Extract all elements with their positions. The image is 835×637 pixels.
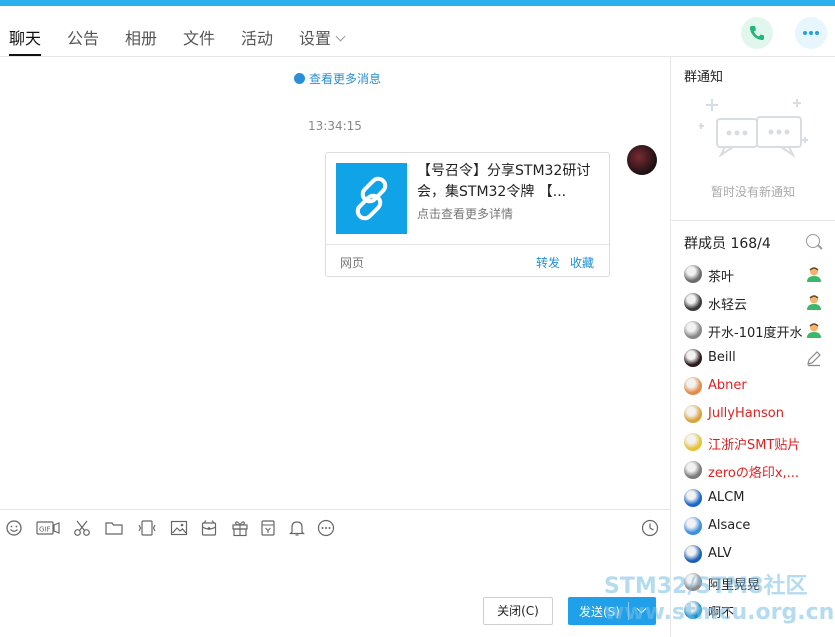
divider [671,220,835,221]
group-notice-title: 群通知 [684,70,724,85]
admin-icon [807,323,821,338]
folder-icon[interactable] [105,519,123,537]
more-options-button[interactable] [795,17,827,49]
message-input-area[interactable]: GIF 关闭(C) 发送(S) [0,509,670,637]
members-header: 群成员 168/4 [684,233,771,253]
member-row[interactable]: JullyHanson [671,400,835,428]
card-thumbnail [336,163,407,234]
favorite-link[interactable]: 收藏 [570,254,594,271]
tab-settings-label: 设置 [299,29,332,48]
member-row[interactable]: Beill [671,344,835,372]
tab-announcement[interactable]: 公告 [67,25,99,56]
tab-album[interactable]: 相册 [125,25,157,56]
notice-empty-text: 暂时没有新通知 [711,185,796,199]
svg-text:GIF: GIF [39,526,51,534]
member-name: 水轻云 [708,298,748,313]
member-name: 江浙沪SMT贴片 [708,438,801,453]
tab-chat[interactable]: 聊天 [9,25,42,56]
history-icon[interactable] [641,519,659,537]
member-name: zeroの烙印x,... [708,466,800,481]
gift-icon[interactable] [231,519,249,537]
member-name: Beill [708,350,736,365]
tab-bar: 聊天 公告 相册 文件 活动 设置 [0,6,835,57]
more-tools-icon[interactable] [317,519,335,537]
bell-icon[interactable] [288,519,306,537]
card-title: 【号召令】分享STM32研讨会，集STM32令牌 【... [417,163,591,200]
gif-icon[interactable]: GIF [36,519,60,537]
member-name: JullyHanson [708,406,784,421]
member-name: Alsace [708,518,751,533]
member-name: Abner [708,378,747,393]
red-packet-icon[interactable] [200,519,218,537]
shake-icon[interactable] [138,519,156,537]
admin-icon [807,267,821,282]
view-more-messages-label: 查看更多消息 [309,72,382,86]
avatar [684,265,702,283]
member-name: 茶叶 [708,270,735,285]
watermark: STM32/STM8社区 www.stmcu.org.cn [604,574,834,626]
avatar [684,349,702,367]
watermark-line-1: STM32/STM8社区 [604,574,808,599]
avatar [684,545,702,563]
view-more-messages-link[interactable]: 查看更多消息 [294,70,381,87]
member-search-icon[interactable] [806,234,820,248]
member-name: ALCM [708,490,745,505]
more-icon [803,31,819,35]
avatar [684,433,702,451]
tab-activity[interactable]: 活动 [241,25,273,56]
close-button[interactable]: 关闭(C) [483,597,553,625]
member-row[interactable]: 水轻云 [671,288,835,316]
member-row[interactable]: zeroの烙印x,... [671,456,835,484]
watermark-line-2: www.stmcu.org.cn [604,600,835,625]
notice-empty-illustration [699,99,808,158]
member-name: ALV [708,546,732,561]
avatar [684,405,702,423]
chat-history: 查看更多消息 13:34:15 【号召令】分享STM32研讨会，集STM32令牌… [0,57,670,509]
clock-icon [294,73,305,84]
avatar [684,461,702,479]
member-row[interactable]: 茶叶 [671,260,835,288]
avatar [684,293,702,311]
members-count: 168/4 [730,236,771,252]
emoji-icon[interactable] [5,519,23,537]
avatar [684,377,702,395]
card-type-label: 网页 [340,256,365,270]
scissors-icon[interactable] [73,519,91,537]
message-timestamp: 13:34:15 [308,119,362,133]
member-row[interactable]: ALV [671,540,835,568]
member-row[interactable]: ALCM [671,484,835,512]
image-icon[interactable] [170,519,188,537]
schedule-icon[interactable] [259,519,277,537]
members-title: 群成员 [684,236,726,252]
tab-files[interactable]: 文件 [183,25,215,56]
member-row[interactable]: Alsace [671,512,835,540]
link-icon [355,176,388,221]
shared-link-card[interactable]: 【号召令】分享STM32研讨会，集STM32令牌 【... 点击查看更多详情 网… [325,152,610,277]
avatar [684,517,702,535]
chevron-down-icon [335,31,346,42]
avatar [684,489,702,507]
card-footer: 网页 转发 收藏 [326,244,609,277]
avatar [684,321,702,339]
edit-icon[interactable] [805,349,823,367]
group-sidebar: 群通知 暂时没有新通知 群成员 168/4 茶叶水轻云开水-101度开水 Beil… [670,57,835,637]
member-row[interactable]: 开水-101度开水 [671,316,835,344]
admin-icon [807,295,821,310]
member-name: 开水-101度开水 [708,326,803,341]
phone-call-button[interactable] [741,17,773,49]
phone-icon [750,26,764,40]
member-row[interactable]: 江浙沪SMT贴片 [671,428,835,456]
forward-link[interactable]: 转发 [536,254,560,271]
sender-avatar[interactable] [627,145,657,175]
member-row[interactable]: Abner [671,372,835,400]
tab-settings[interactable]: 设置 [299,25,346,56]
card-subtitle: 点击查看更多详情 [417,207,514,221]
